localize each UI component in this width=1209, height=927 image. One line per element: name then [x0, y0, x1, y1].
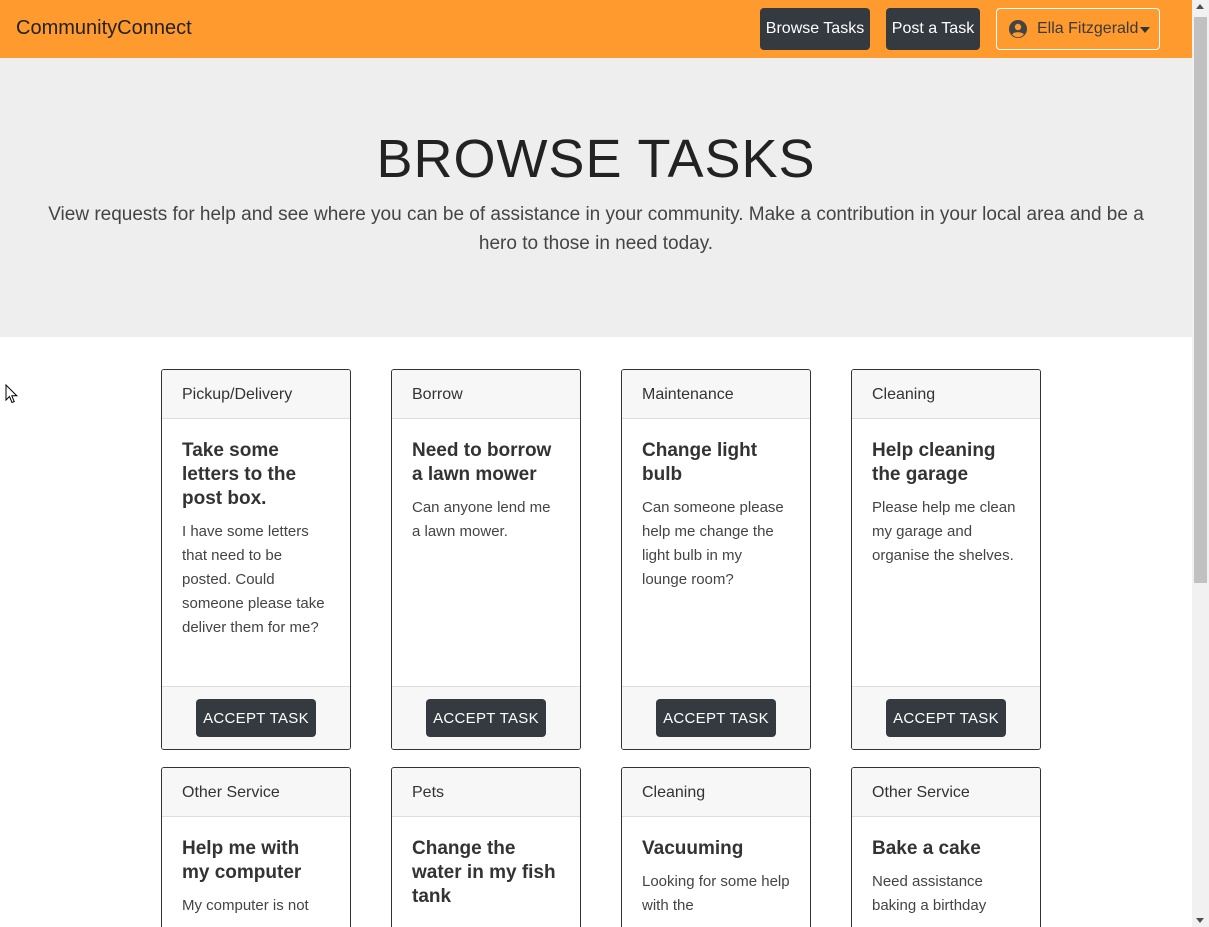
task-title: Change the water in my fish tank — [412, 838, 556, 907]
task-description: Can someone please help me change the li… — [642, 499, 784, 588]
task-description: I have some letters that need to be post… — [182, 523, 325, 636]
task-title: Vacuuming — [642, 838, 744, 859]
task-card-footer: ACCEPT TASK — [622, 686, 810, 749]
mouse-cursor-icon — [5, 384, 19, 404]
accept-task-button[interactable]: ACCEPT TASK — [426, 699, 546, 737]
task-card: Borrow Need to borrow a lawn mower Can a… — [391, 369, 581, 750]
page-viewport: CommunityConnect Browse Tasks Post a Tas… — [0, 0, 1192, 927]
user-menu-dropdown[interactable]: Ella Fitzgerald — [996, 8, 1160, 50]
task-category: Cleaning — [852, 370, 1040, 419]
task-title: Need to borrow a lawn mower — [412, 440, 552, 485]
chevron-down-icon — [1140, 27, 1150, 33]
task-card-footer: ACCEPT TASK — [392, 686, 580, 749]
user-circle-icon — [1009, 20, 1027, 38]
accept-task-button[interactable]: ACCEPT TASK — [196, 699, 316, 737]
task-category: Other Service — [852, 768, 1040, 817]
task-title: Help me with my computer — [182, 838, 302, 883]
task-card-footer: ACCEPT TASK — [162, 686, 350, 749]
task-card: Cleaning Help cleaning the garage Please… — [851, 369, 1041, 750]
task-category: Pets — [392, 768, 580, 817]
task-title: Help cleaning the garage — [872, 440, 996, 485]
brand-logo-text[interactable]: CommunityConnect — [16, 17, 192, 40]
task-category: Other Service — [162, 768, 350, 817]
task-category: Borrow — [392, 370, 580, 419]
task-description: Please help me clean my garage and organ… — [872, 499, 1016, 564]
task-category: Maintenance — [622, 370, 810, 419]
page-title: BROWSE TASKS — [376, 129, 816, 189]
task-card: Other Service Help me with my computer M… — [161, 767, 351, 927]
hero-banner: BROWSE TASKS View requests for help and … — [0, 58, 1192, 337]
browse-tasks-button[interactable]: Browse Tasks — [760, 8, 870, 50]
user-name-label: Ella Fitzgerald — [1037, 20, 1139, 37]
task-description: Can anyone lend me a lawn mower. — [412, 499, 551, 540]
task-card: Cleaning Vacuuming Looking for some help… — [621, 767, 811, 927]
task-card: Pickup/Delivery Take some letters to the… — [161, 369, 351, 750]
task-card: Maintenance Change light bulb Can someon… — [621, 369, 811, 750]
task-title: Change light bulb — [642, 440, 758, 485]
task-description: My computer is not — [182, 897, 309, 914]
task-card: Pets Change the water in my fish tank — [391, 767, 581, 927]
accept-task-button[interactable]: ACCEPT TASK — [886, 699, 1006, 737]
task-title: Take some letters to the post box. — [182, 440, 297, 509]
top-navbar: CommunityConnect Browse Tasks Post a Tas… — [0, 0, 1192, 58]
task-description: Need assistance baking a birthday — [872, 873, 987, 914]
task-title: Bake a cake — [872, 838, 981, 859]
task-category: Pickup/Delivery — [162, 370, 350, 419]
page-subtitle: View requests for help and see where you… — [48, 204, 1144, 254]
vertical-scrollbar[interactable] — [1192, 0, 1209, 927]
task-card: Other Service Bake a cake Need assistanc… — [851, 767, 1041, 927]
accept-task-button[interactable]: ACCEPT TASK — [656, 699, 776, 737]
scrollbar-thumb[interactable] — [1194, 17, 1207, 583]
task-category: Cleaning — [622, 768, 810, 817]
task-card-footer: ACCEPT TASK — [852, 686, 1040, 749]
scroll-down-arrow-icon[interactable] — [1196, 918, 1204, 923]
task-description: Looking for some help with the — [642, 873, 790, 914]
post-task-button[interactable]: Post a Task — [886, 8, 980, 50]
scroll-up-arrow-icon[interactable] — [1196, 4, 1204, 9]
